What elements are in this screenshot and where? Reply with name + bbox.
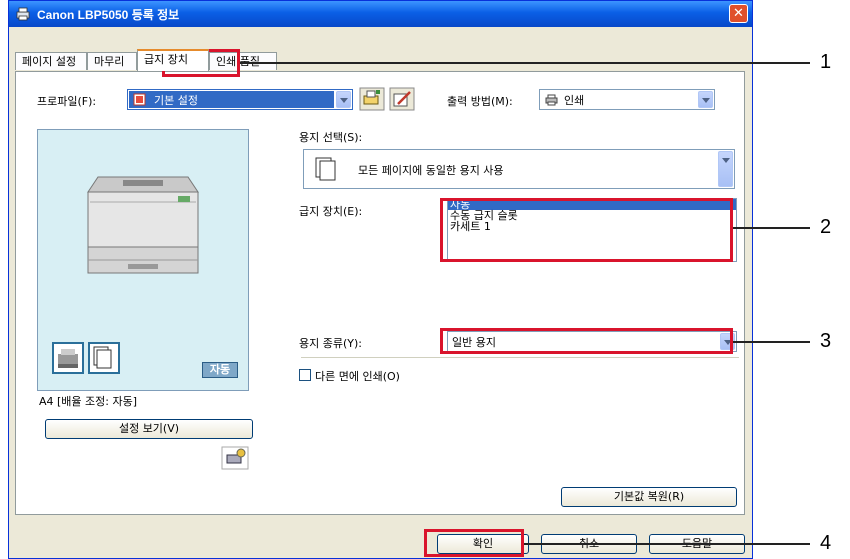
printer-image: [87, 176, 199, 274]
paper-source-label: 급지 장치(E):: [299, 205, 363, 218]
tab-page-setup[interactable]: 페이지 설정: [15, 52, 87, 70]
callout-number-3: 3: [820, 330, 832, 352]
callout-line-3: [733, 341, 810, 343]
paper-select-dropdown[interactable]: 모든 페이지에 동일한 용지 사용: [303, 149, 735, 189]
divider: [301, 357, 739, 358]
highlight-paper-type: [440, 328, 733, 354]
callout-number-1: 1: [820, 51, 832, 73]
title-bar[interactable]: Canon LBP5050 등록 정보 ✕: [9, 1, 752, 27]
window-title: Canon LBP5050 등록 정보: [37, 8, 180, 22]
output-method-value: 인쇄: [564, 94, 585, 107]
duplex-checkbox[interactable]: [299, 369, 311, 381]
paper-type-label: 용지 종류(Y):: [299, 337, 362, 350]
profile-value: 기본 설정: [154, 94, 198, 107]
chevron-down-icon[interactable]: [336, 91, 351, 108]
print-icon: [545, 94, 558, 106]
highlight-paper-source-list: [440, 198, 733, 262]
view-settings-button[interactable]: 설정 보기(V): [45, 419, 253, 439]
auto-badge: 자동: [202, 362, 238, 378]
callout-line-2: [733, 227, 810, 229]
paper-thumbnail-icon: [88, 342, 120, 374]
paper-select-label: 용지 선택(S):: [299, 131, 363, 144]
chevron-down-icon[interactable]: [698, 91, 713, 108]
profile-icon: [133, 93, 146, 106]
profile-select[interactable]: 기본 설정: [127, 89, 353, 110]
printer-app-icon: [16, 7, 30, 21]
printer-preview: 자동: [37, 129, 249, 391]
edit-profile-icon[interactable]: [389, 87, 415, 111]
output-method-label: 출력 방법(M):: [447, 95, 513, 108]
callout-line-4: [524, 543, 810, 545]
add-profile-icon[interactable]: [359, 87, 385, 111]
close-button[interactable]: ✕: [729, 4, 748, 23]
printer-info-icon[interactable]: [221, 446, 249, 470]
callout-number-4: 4: [820, 532, 832, 554]
profile-label: 프로파일(F):: [37, 95, 97, 108]
preview-caption: A4 [배율 조정: 자동]: [39, 395, 138, 408]
output-method-select[interactable]: 인쇄: [539, 89, 715, 110]
properties-dialog: Canon LBP5050 등록 정보 ✕ 페이지 설정 마무리 급지 장치 인…: [8, 0, 753, 559]
tab-paper-source[interactable]: 급지 장치: [137, 49, 209, 71]
chevron-down-icon[interactable]: [718, 151, 733, 187]
tab-finishing[interactable]: 마무리: [87, 52, 137, 70]
paper-select-value: 모든 페이지에 동일한 용지 사용: [358, 164, 504, 177]
callout-number-2: 2: [820, 216, 832, 238]
paper-stack-icon: [315, 157, 336, 181]
printer-thumbnail-icon: [52, 342, 84, 374]
highlight-ok-button: [424, 529, 524, 557]
restore-defaults-button[interactable]: 기본값 복원(R): [561, 487, 737, 507]
callout-line-1: [240, 62, 810, 64]
duplex-label: 다른 면에 인쇄(O): [315, 370, 400, 383]
